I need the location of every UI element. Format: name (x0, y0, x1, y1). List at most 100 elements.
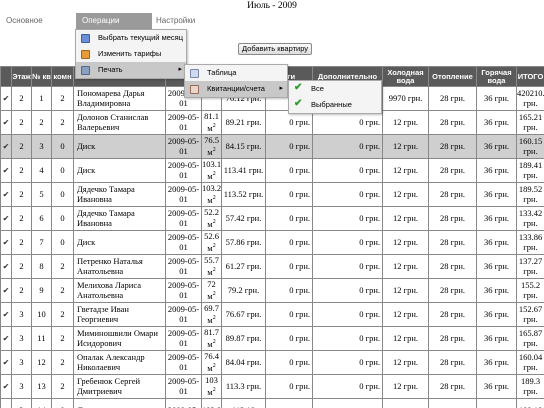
table-icon (190, 69, 199, 78)
cell-total: 133.86 грн. (516, 230, 544, 255)
cell-date: 2009-05-01 (165, 182, 202, 207)
col-header-cold-water[interactable]: Холодная вода (382, 66, 429, 87)
row-check-icon[interactable]: ✔ (0, 134, 12, 159)
cell-rent: 57.42 грн. (221, 206, 266, 231)
row-check-icon[interactable]: ✔ (0, 110, 12, 135)
row-check-icon[interactable]: ✔ (0, 326, 12, 351)
row-check-icon[interactable]: ✔ (0, 350, 12, 375)
cell-area: 52.2 м2 (201, 206, 222, 231)
menu-operations[interactable]: Операции (76, 13, 152, 29)
cell-extra: 0 грн. (312, 326, 383, 351)
area-value: 52.6 (204, 231, 219, 242)
cell-area: 52.6 м2 (201, 230, 222, 255)
menu-item-table[interactable]: Таблица (185, 65, 287, 81)
cell-extra: 0 грн. (312, 302, 383, 327)
cell-total: 160.04 грн. (516, 350, 544, 375)
col-header-heating[interactable]: Отопление (428, 66, 477, 87)
menu-settings[interactable]: Настройки (156, 13, 195, 29)
table-row[interactable]: ✔ 2 4 0 Диск 2009-05-01 103.1 м2 113.41 грн. 0 гр… (0, 158, 544, 183)
cell-services: 0 грн. (265, 206, 313, 231)
table-row[interactable]: ✔ 2 5 0 Дядечко Тамара Ивановна 2009-05-01 103… (0, 182, 544, 207)
cell-extra: 0 грн. (312, 350, 383, 375)
cell-apt: 7 (31, 230, 52, 255)
table-row[interactable]: ✔ 2 7 0 Диск 2009-05-01 52.6 м2 57.86 грн. 0 грн.… (0, 230, 544, 255)
cell-services: 0 грн. (265, 110, 313, 135)
cell-name: Миминошвили Омари Исидорович (73, 326, 166, 351)
menu-item-selected[interactable]: ✔ Выбранные (289, 97, 381, 113)
area-value: 81.7 (204, 327, 219, 338)
cell-cold-water: 12 грн. (382, 206, 429, 231)
menu-item-select-month[interactable]: Выбрать текущий месяц (76, 30, 186, 46)
row-check-icon[interactable]: ✔ (0, 398, 12, 408)
cell-cold-water: 12 грн. (382, 254, 429, 279)
cell-hot-water: 36 грн. (476, 254, 517, 279)
cell-apt: 8 (31, 254, 52, 279)
calculator-icon (81, 50, 90, 59)
cell-apt: 2 (31, 110, 52, 135)
area-value: 76.5 (204, 135, 219, 146)
table-row[interactable]: ✔ 2 9 2 Мелихова Лариса Анатольевна 2009-05-0… (0, 278, 544, 303)
cell-name: Гребенюк Сергей Дмитриевич (73, 374, 166, 399)
area-value: 81.1 (204, 111, 219, 122)
cell-rent: 89.87 грн. (221, 326, 266, 351)
cell-hot-water: 36 грн. (476, 206, 517, 231)
row-check-icon[interactable]: ✔ (0, 230, 12, 255)
cell-total: 160.15 грн. (516, 134, 544, 159)
cell-total: 165.87 грн. (516, 326, 544, 351)
table-row[interactable]: ✔ 3 12 2 Опалак Александр Николаевич 2009-05-… (0, 350, 544, 375)
cell-floor: 2 (11, 278, 32, 303)
area-unit-exponent: 2 (212, 338, 216, 345)
cell-total: 155.2 грн. (516, 278, 544, 303)
table-row[interactable]: ✔ 3 11 2 Миминошвили Омари Исидорович 2009-05… (0, 326, 544, 351)
cell-name: Гветадзе Иван Георгиевич (73, 302, 166, 327)
cell-floor: 2 (11, 86, 32, 111)
cell-cold-water: 12 грн. (382, 374, 429, 399)
col-header-apt[interactable]: № кв (31, 66, 52, 87)
cell-area: 76.4 м2 (201, 350, 222, 375)
cell-extra: 0 грн. (312, 254, 383, 279)
cell-rooms: 0 (51, 134, 74, 159)
cell-date: 2009-05-01 (165, 158, 202, 183)
cell-heating: 28 грн. (428, 326, 477, 351)
row-check-icon[interactable]: ✔ (0, 206, 12, 231)
row-check-icon[interactable]: ✔ (0, 158, 12, 183)
cell-cold-water: 12 грн. (382, 278, 429, 303)
col-header-rooms[interactable]: комн (51, 66, 74, 87)
menu-item-all[interactable]: ✔ Все (289, 81, 381, 97)
area-unit-exponent: 2 (212, 122, 216, 129)
cell-heating: 28 грн. (428, 206, 477, 231)
table-row[interactable]: ✔3140Диск2009-05-102.9113.19 189.19 (0, 398, 544, 408)
table-row[interactable]: ✔ 2 6 0 Дядечко Тамара Ивановна 2009-05-01 52.… (0, 206, 544, 231)
area-unit-exponent: 2 (212, 386, 216, 393)
cell-cold-water (382, 398, 429, 408)
cell-cold-water: 12 грн. (382, 302, 429, 327)
table-row[interactable]: ✔ 3 10 2 Гветадзе Иван Георгиевич 2009-05-01 6… (0, 302, 544, 327)
col-header-total[interactable]: ИТОГО (516, 66, 544, 87)
row-check-icon[interactable]: ✔ (0, 182, 12, 207)
table-row[interactable]: ✔ 2 3 0 Диск 2009-05-01 76.5 м2 84.15 грн. 0 грн.… (0, 134, 544, 159)
cell-name: Пономарева Дарья Владимировна (73, 86, 166, 111)
cell-hot-water: 36 грн. (476, 134, 517, 159)
table-row[interactable]: ✔ 2 2 2 Долонов Станислав Валерьевич 2009-05-… (0, 110, 544, 135)
col-header-hot-water[interactable]: Горячая вода (476, 66, 517, 87)
menu-item-receipts[interactable]: Квитанции/счета ▸ (185, 81, 287, 97)
cell-hot-water: 36 грн. (476, 302, 517, 327)
menu-item-change-tariffs[interactable]: Изменить тарифы (76, 46, 186, 62)
cell-rooms: 2 (51, 326, 74, 351)
cell-services: 0 грн. (265, 134, 313, 159)
add-apartment-button[interactable]: Добавить квартиру (238, 43, 313, 55)
printer-icon (81, 66, 90, 75)
row-check-icon[interactable]: ✔ (0, 302, 12, 327)
row-check-icon[interactable]: ✔ (0, 374, 12, 399)
row-check-icon[interactable]: ✔ (0, 86, 12, 111)
table-row[interactable]: ✔ 2 8 2 Петренко Наталья Анатольевна 2009-05-… (0, 254, 544, 279)
table-row[interactable]: ✔ 3 13 2 Гребенюк Сергей Дмитриевич 2009-05-0… (0, 374, 544, 399)
col-header-floor[interactable]: Этаж (11, 66, 32, 87)
cell-total: 189.52 грн. (516, 182, 544, 207)
cell-extra: 0 грн. (312, 158, 383, 183)
menu-item-print[interactable]: Печать ▸ (76, 62, 186, 78)
row-check-icon[interactable]: ✔ (0, 254, 12, 279)
row-check-icon[interactable]: ✔ (0, 278, 12, 303)
menu-basic[interactable]: Основное (6, 13, 43, 29)
cell-apt: 5 (31, 182, 52, 207)
